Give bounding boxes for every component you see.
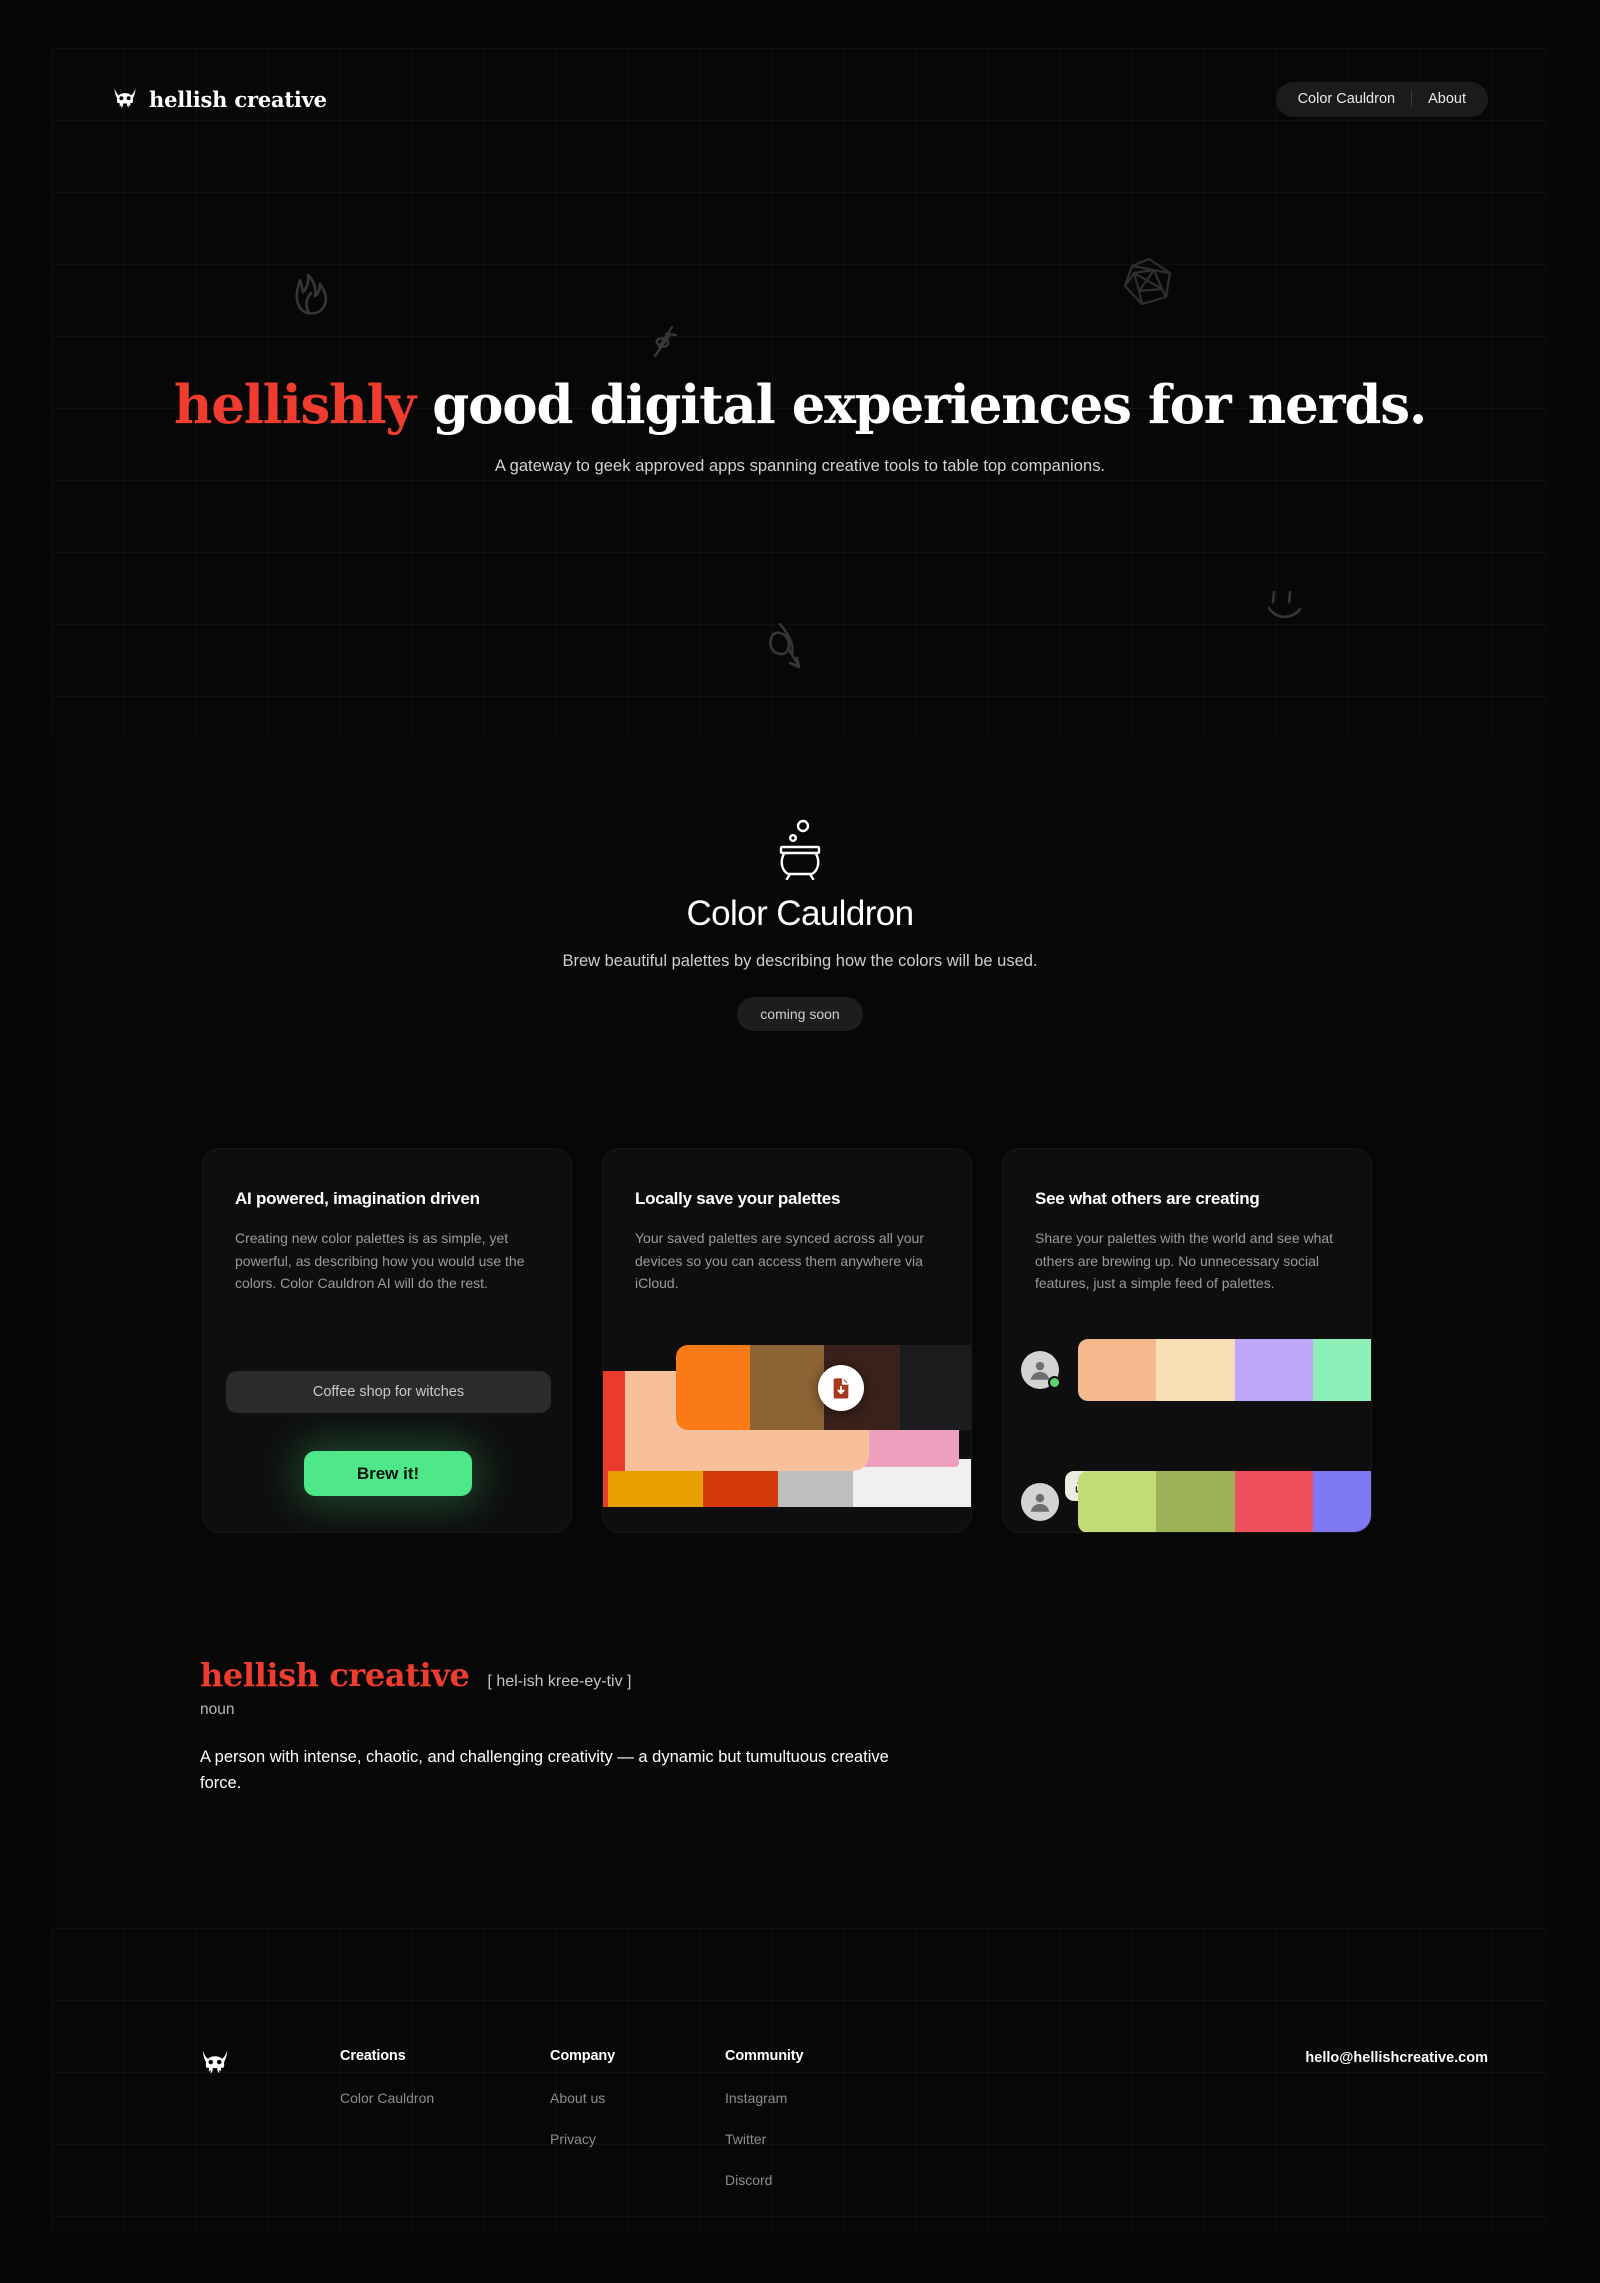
swatch [1234,1339,1313,1401]
swatch [1312,1339,1371,1401]
prompt-input[interactable]: Coffee shop for witches [226,1371,551,1413]
online-status-dot [1048,1376,1061,1389]
user-avatar-icon[interactable] [1021,1483,1059,1521]
hero-section: hellishly good digital experiences for n… [52,48,1548,748]
definition-phonetic: [ hel-ish kree-ey-tiv ] [487,1673,632,1690]
footer-link-instagram[interactable]: Instagram [725,2090,900,2106]
feature-cards: AI powered, imagination driven Creating … [202,1148,1372,1533]
card-body: Creating new color palettes is as simple… [235,1230,525,1292]
footer-link-about-us[interactable]: About us [550,2090,725,2106]
dagger-doodle-icon [648,324,680,362]
site-footer: Creations Color Cauldron Company About u… [52,2048,1548,2213]
swatch [1312,1471,1371,1532]
product-subtitle: Brew beautiful palettes by describing ho… [562,952,1038,970]
swatch [1078,1339,1157,1401]
footer-column-community: Community Instagram Twitter Discord [725,2048,900,2213]
hero-subhead: A gateway to geek approved apps spanning… [494,457,1106,476]
headline-rest: good digital experiences for nerds. [415,374,1427,436]
product-section: Color Cauldron Brew beautiful palettes b… [52,818,1548,1031]
card-body: Share your palettes with the world and s… [1035,1230,1334,1292]
feature-card-save: Locally save your palettes Your saved pa… [602,1148,972,1533]
feed-item [1021,1339,1371,1401]
headline-accent: hellishly [173,374,416,436]
flame-doodle-icon [292,270,334,318]
footer-link-color-cauldron[interactable]: Color Cauldron [340,2090,550,2106]
swatch [900,1345,971,1430]
hero-content: hellishly good digital experiences for n… [52,378,1548,476]
palette-stack [603,1149,971,1532]
footer-email-link[interactable]: hello@hellishcreative.com [1305,2048,1488,2066]
page-title: hellishly good digital experiences for n… [52,378,1548,432]
footer-column-company: Company About us Privacy [550,2048,725,2172]
feature-card-community: See what others are creating Share your … [1002,1148,1372,1533]
status-badge: coming soon [737,997,863,1031]
prompt-input-value: Coffee shop for witches [312,1384,465,1400]
brew-it-label: Brew it! [356,1463,420,1483]
definition-word: hellish creative [200,1656,470,1694]
palette-row[interactable] [1078,1339,1371,1401]
footer-link-discord[interactable]: Discord [725,2172,900,2188]
swatch [1156,1339,1235,1401]
swatch [1078,1471,1157,1532]
user-avatar-icon[interactable] [1021,1351,1061,1389]
feed-item [1021,1471,1371,1532]
cauldron-icon [770,818,830,881]
footer-heading: Creations [340,2048,406,2064]
footer-heading: Community [725,2048,804,2064]
swatch [750,1345,824,1430]
page-root: hellish creative Color Cauldron About he… [52,48,1548,2235]
definition-header: hellish creative [ hel-ish kree-ey-tiv ] [200,1656,900,1694]
demon-skull-icon [200,2048,230,2078]
brew-it-button[interactable]: Brew it! [304,1451,472,1496]
card-title: AI powered, imagination driven [235,1189,480,1208]
footer-link-twitter[interactable]: Twitter [725,2131,900,2147]
footer-link-privacy[interactable]: Privacy [550,2131,725,2147]
footer-heading: Company [550,2048,616,2064]
swatch [603,1371,625,1471]
swatch [676,1345,750,1430]
card-title: See what others are creating [1035,1189,1260,1208]
d20-dice-doodle-icon [1120,253,1176,309]
product-title: Color Cauldron [686,894,915,933]
footer-column-creations: Creations Color Cauldron [340,2048,550,2131]
save-document-download-icon[interactable] [818,1365,864,1411]
palette-row[interactable] [1078,1471,1371,1532]
definition-part-of-speech: noun [200,1701,235,1718]
quill-feather-doodle-icon [764,618,810,676]
feature-card-ai: AI powered, imagination driven Creating … [202,1148,572,1533]
definition-block: hellish creative [ hel-ish kree-ey-tiv ]… [200,1656,900,1796]
smile-doodle-icon [1264,588,1306,624]
definition-text: A person with intense, chaotic, and chal… [200,1748,889,1792]
swatch [1156,1471,1235,1532]
swatch [1234,1471,1313,1532]
